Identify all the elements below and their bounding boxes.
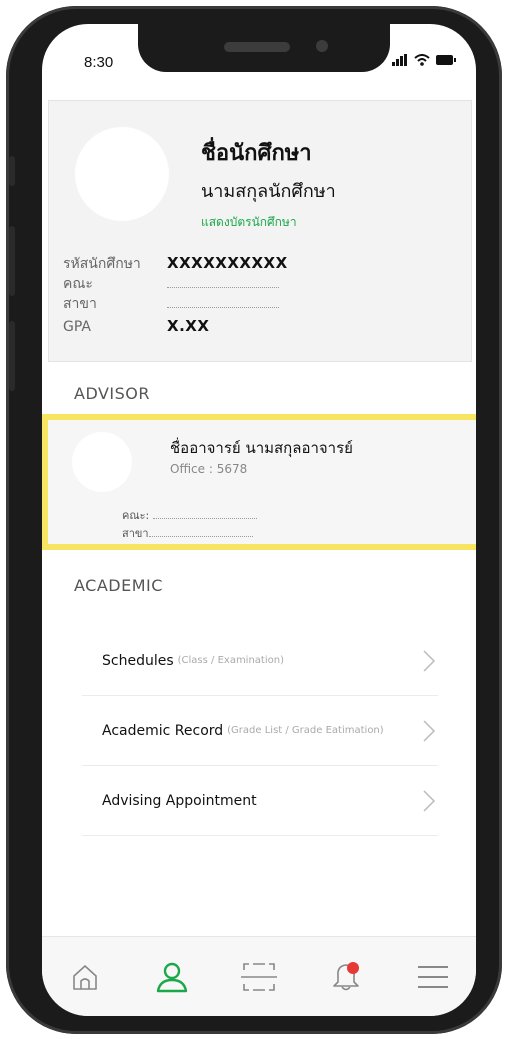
menu-item-schedules[interactable]: Schedules (Class / Examination): [82, 626, 438, 696]
student-avatar: [75, 127, 169, 221]
home-icon: [73, 965, 98, 990]
student-last-name: นามสกุลนักศึกษา: [201, 181, 336, 202]
major-placeholder-line: [167, 295, 279, 308]
info-label: GPA: [63, 319, 91, 335]
student-first-name: ชื่อนักศึกษา: [201, 141, 312, 166]
battery-icon: [436, 55, 456, 65]
advisor-major-line: [148, 527, 253, 537]
advisor-info: คณะ: สาขา: [122, 506, 257, 542]
scan-icon: [240, 963, 277, 991]
student-id-value: XXXXXXXXXX: [167, 254, 288, 272]
chevron-right-icon: [423, 650, 436, 672]
student-profile-card: ชื่อนักศึกษา นามสกุลนักศึกษา แสดงบัตรนัก…: [48, 100, 472, 362]
nav-home[interactable]: [63, 955, 107, 999]
phone-frame: 8:30 ชื่อนักศึกษา นามสกุลนักศึกษา แสดงบั…: [6, 6, 502, 1034]
advisor-faculty-label: คณะ: [122, 509, 146, 522]
advisor-faculty-line: [152, 509, 257, 519]
volume-down-button: [9, 321, 15, 391]
menu-item-title: Schedules: [102, 652, 174, 669]
status-icons: [392, 54, 456, 66]
volume-up-button: [9, 226, 15, 296]
advisor-faculty-row: คณะ:: [122, 506, 257, 524]
notification-badge: [346, 962, 359, 974]
info-row-major: สาขา: [63, 293, 453, 313]
faculty-placeholder-line: [167, 275, 279, 288]
notch: [138, 24, 390, 72]
bottom-navigation: [42, 936, 476, 1016]
nav-scan[interactable]: [237, 955, 281, 999]
hamburger-menu-icon: [417, 966, 448, 988]
profile-icon: [156, 962, 188, 993]
advisor-card[interactable]: ชื่ออาจารย์ นามสกุลอาจารย์ Office : 5678…: [42, 414, 476, 550]
menu-item-title: Advising Appointment: [102, 792, 257, 809]
app-screen: 8:30 ชื่อนักศึกษา นามสกุลนักศึกษา แสดงบั…: [42, 24, 476, 1016]
camera: [316, 40, 328, 52]
nav-menu[interactable]: [411, 955, 455, 999]
academic-menu: Schedules (Class / Examination) Academic…: [82, 626, 438, 836]
menu-item-title: Academic Record: [102, 722, 224, 739]
info-row-gpa: GPA X.XX: [63, 317, 453, 337]
advisor-office: Office : 5678: [170, 462, 248, 476]
info-label: รหัสนักศึกษา: [63, 256, 141, 272]
nav-notifications[interactable]: [324, 955, 368, 999]
menu-item-subtitle: (Grade List / Grade Eatimation): [227, 725, 384, 736]
show-student-card-link[interactable]: แสดงบัตรนักศึกษา: [201, 213, 336, 232]
mute-switch: [9, 156, 15, 186]
student-name-block: ชื่อนักศึกษา นามสกุลนักศึกษา แสดงบัตรนัก…: [201, 135, 336, 232]
info-label: สาขา: [63, 296, 97, 312]
menu-item-advising-appointment[interactable]: Advising Appointment: [82, 766, 438, 836]
info-row-student-id: รหัสนักศึกษา XXXXXXXXXX: [63, 253, 453, 273]
chevron-right-icon: [423, 790, 436, 812]
wifi-icon: [414, 54, 430, 66]
menu-item-academic-record[interactable]: Academic Record (Grade List / Grade Eati…: [82, 696, 438, 766]
advisor-avatar: [72, 432, 132, 492]
advisor-name: ชื่ออาจารย์ นามสกุลอาจารย์: [170, 439, 353, 457]
student-info-table: รหัสนักศึกษา XXXXXXXXXX คณะ สาขา GPA X.X…: [63, 253, 453, 337]
advisor-major-label: สาขา: [122, 527, 149, 540]
nav-profile[interactable]: [150, 955, 194, 999]
menu-item-subtitle: (Class / Examination): [177, 655, 284, 666]
academic-section-title: ACADEMIC: [74, 576, 163, 595]
signal-icon: [392, 54, 407, 66]
status-time: 8:30: [84, 54, 114, 71]
bell-icon: [332, 962, 359, 991]
info-label: คณะ: [63, 276, 93, 292]
chevron-right-icon: [423, 720, 436, 742]
advisor-section-title: ADVISOR: [74, 384, 151, 403]
info-row-faculty: คณะ: [63, 273, 453, 293]
speaker: [224, 42, 290, 52]
advisor-major-row: สาขา: [122, 524, 257, 542]
gpa-value: X.XX: [167, 317, 210, 335]
